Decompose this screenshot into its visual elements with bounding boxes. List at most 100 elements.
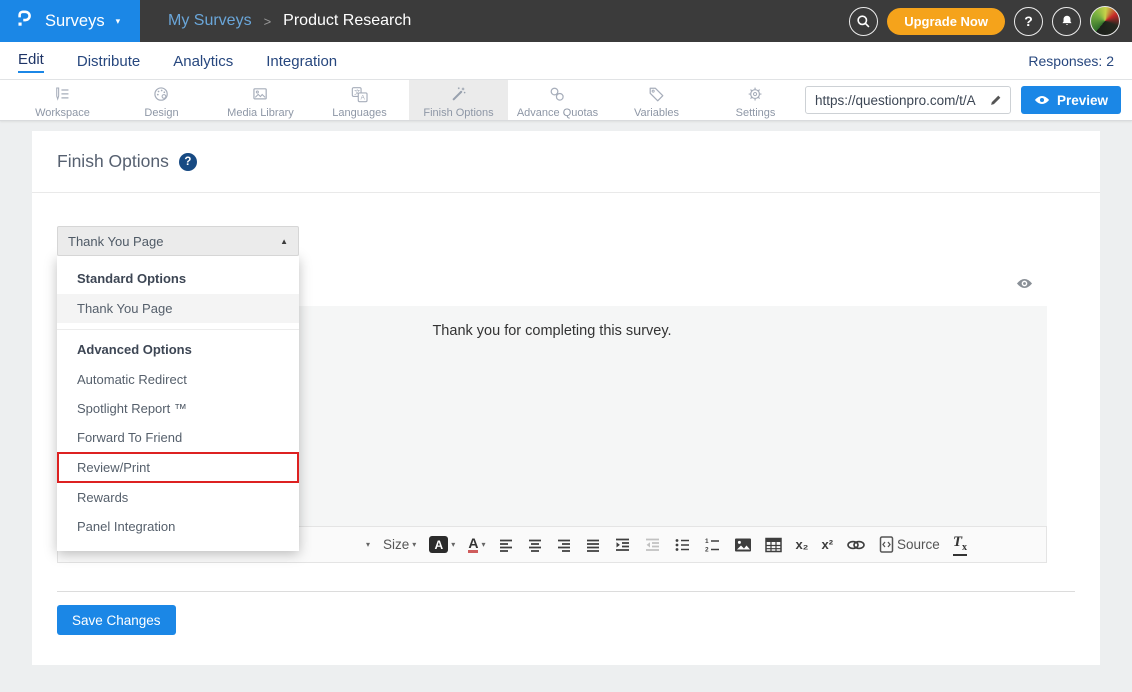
breadcrumb: My Surveys > Product Research	[168, 12, 411, 30]
align-right-button[interactable]	[556, 537, 572, 553]
finish-option-menu: Standard Options Thank You Page Advanced…	[57, 256, 299, 551]
svg-text:2: 2	[705, 546, 709, 553]
subscript-icon: x₂	[795, 537, 808, 552]
menu-divider	[57, 329, 299, 330]
toolbar-item-settings[interactable]: Settings	[706, 80, 805, 120]
chevron-down-icon: ▾	[451, 540, 455, 549]
chevron-up-icon: ▲	[280, 237, 288, 246]
bell-icon	[1059, 13, 1075, 29]
tab-integration[interactable]: Integration	[266, 51, 337, 70]
magic-wand-icon	[448, 84, 469, 105]
insert-image-icon	[734, 537, 752, 553]
tab-edit[interactable]: Edit	[18, 49, 44, 73]
svg-text:A: A	[360, 94, 365, 101]
survey-url-group	[805, 86, 1011, 114]
align-left-button[interactable]	[498, 537, 514, 553]
remove-format-button[interactable]: Tx	[953, 534, 967, 556]
insert-link-button[interactable]	[846, 539, 866, 551]
section-divider	[57, 591, 1075, 592]
chevron-down-icon: ▾	[412, 540, 416, 549]
eye-icon	[1034, 94, 1050, 106]
help-badge[interactable]: ?	[179, 153, 197, 171]
notifications-button[interactable]	[1052, 7, 1081, 36]
menu-section-advanced: Advanced Options	[57, 333, 299, 365]
survey-url-input[interactable]	[806, 93, 982, 108]
workspace-icon	[52, 84, 73, 105]
top-actions: Upgrade Now ?	[849, 6, 1132, 36]
eye-icon	[1016, 277, 1033, 290]
section-tabs: Edit Distribute Analytics Integration Re…	[0, 42, 1132, 80]
chain-links-icon	[547, 84, 568, 105]
toolbar-item-workspace[interactable]: Workspace	[13, 80, 112, 120]
translate-icon: 文 A	[349, 84, 370, 105]
indent-decrease-icon	[644, 537, 661, 553]
svg-text:1: 1	[705, 538, 709, 545]
preview-button[interactable]: Preview	[1021, 86, 1121, 114]
surveys-menu[interactable]: Surveys ▾	[0, 0, 140, 42]
numbered-list-button[interactable]: 1 2	[704, 537, 721, 553]
edit-url-button[interactable]	[982, 87, 1010, 113]
background-color-button[interactable]: A ▾	[429, 536, 455, 553]
menu-item-spotlight-report[interactable]: Spotlight Report ™	[57, 394, 299, 423]
menu-item-thank-you-page[interactable]: Thank You Page	[57, 294, 299, 323]
superscript-icon: x²	[821, 537, 833, 552]
toolbar-item-media-library[interactable]: Media Library	[211, 80, 310, 120]
panel-header: Finish Options ?	[32, 131, 1100, 193]
size-dropdown[interactable]: Size ▾	[383, 537, 416, 552]
question-mark-icon: ?	[1024, 13, 1033, 29]
indent-increase-button[interactable]	[614, 537, 631, 553]
breadcrumb-parent[interactable]: My Surveys	[168, 12, 252, 30]
text-color-icon: A	[468, 537, 478, 553]
link-icon	[846, 539, 866, 551]
finish-option-select[interactable]: Thank You Page ▲	[57, 226, 299, 256]
page-title: Finish Options	[57, 151, 169, 172]
brand-label: Surveys	[45, 12, 105, 31]
toolbar-item-variables[interactable]: Variables	[607, 80, 706, 120]
menu-item-rewards[interactable]: Rewards	[57, 483, 299, 512]
toolbar-item-advance-quotas[interactable]: Advance Quotas	[508, 80, 607, 120]
format-dropdown[interactable]: ▾	[366, 540, 370, 549]
insert-table-button[interactable]	[765, 537, 782, 553]
toolbar-item-design[interactable]: Design	[112, 80, 211, 120]
toolbar-item-languages[interactable]: 文 A Languages	[310, 80, 409, 120]
tab-distribute[interactable]: Distribute	[77, 51, 140, 70]
breadcrumb-separator-icon: >	[264, 14, 272, 29]
user-avatar[interactable]	[1090, 6, 1120, 36]
question-mark-icon: ?	[184, 156, 191, 168]
chevron-down-icon: ▾	[366, 540, 370, 549]
numbered-list-icon: 1 2	[704, 537, 721, 553]
insert-table-icon	[765, 537, 782, 553]
align-center-icon	[527, 537, 543, 553]
insert-image-button[interactable]	[734, 537, 752, 553]
source-button[interactable]: Source	[879, 536, 940, 553]
subscript-button[interactable]: x₂	[795, 537, 808, 552]
menu-item-forward-to-friend[interactable]: Forward To Friend	[57, 423, 299, 452]
edit-toolbar: Workspace Design Media Library 文 A Langu…	[0, 80, 1132, 121]
tab-analytics[interactable]: Analytics	[173, 51, 233, 70]
indent-increase-icon	[614, 537, 631, 553]
menu-item-review-print[interactable]: Review/Print	[57, 452, 299, 483]
upgrade-now-button[interactable]: Upgrade Now	[887, 8, 1005, 35]
chevron-down-icon: ▾	[116, 16, 121, 27]
justify-button[interactable]	[585, 537, 601, 553]
pencil-icon	[989, 93, 1003, 107]
menu-item-panel-integration[interactable]: Panel Integration	[57, 512, 299, 541]
editor-preview-toggle[interactable]	[1016, 277, 1033, 295]
image-icon	[250, 84, 271, 105]
align-left-icon	[498, 537, 514, 553]
toolbar-item-finish-options[interactable]: Finish Options	[409, 80, 508, 120]
bulleted-list-button[interactable]	[674, 537, 691, 553]
palette-icon	[151, 84, 172, 105]
responses-count[interactable]: Responses: 2	[1028, 53, 1114, 69]
tag-icon	[646, 84, 667, 105]
indent-decrease-button[interactable]	[644, 537, 661, 553]
save-changes-button[interactable]: Save Changes	[57, 605, 176, 635]
background-color-icon: A	[429, 536, 448, 553]
superscript-button[interactable]: x²	[821, 537, 833, 552]
search-button[interactable]	[849, 7, 878, 36]
top-bar: Surveys ▾ My Surveys > Product Research …	[0, 0, 1132, 42]
text-color-button[interactable]: A ▾	[468, 537, 485, 553]
align-center-button[interactable]	[527, 537, 543, 553]
help-button[interactable]: ?	[1014, 7, 1043, 36]
menu-item-automatic-redirect[interactable]: Automatic Redirect	[57, 365, 299, 394]
